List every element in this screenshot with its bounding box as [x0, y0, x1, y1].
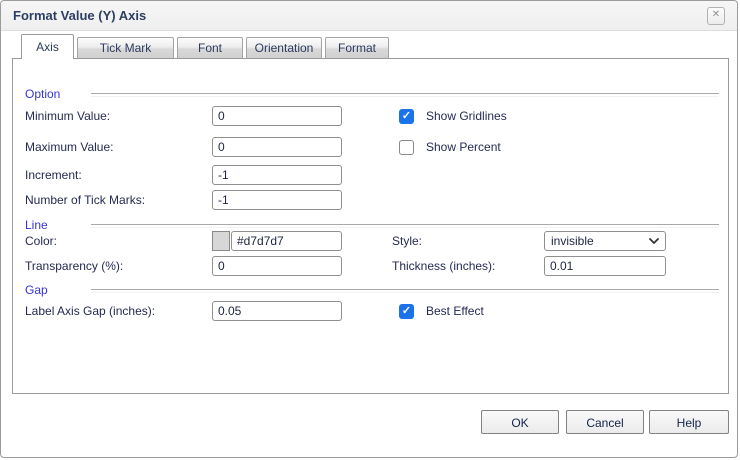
- tab-format[interactable]: Format: [325, 37, 389, 58]
- increment-input[interactable]: [212, 165, 342, 185]
- number-of-tick-marks-label: Number of Tick Marks:: [25, 193, 146, 207]
- tab-axis-label: Axis: [36, 40, 59, 54]
- thickness-input[interactable]: [544, 256, 666, 276]
- tab-bar: Axis Tick Mark Font Orientation Format: [21, 34, 389, 59]
- show-gridlines-label[interactable]: Show Gridlines: [426, 109, 507, 124]
- tab-tick-mark[interactable]: Tick Mark: [77, 37, 174, 58]
- color-swatch[interactable]: [212, 231, 230, 251]
- maximum-value-label: Maximum Value:: [25, 140, 114, 154]
- tab-orientation[interactable]: Orientation: [246, 37, 322, 58]
- style-select-value: invisible: [551, 234, 594, 248]
- style-label: Style:: [392, 234, 423, 248]
- tab-orientation-label: Orientation: [254, 41, 314, 55]
- ok-button[interactable]: OK: [481, 410, 559, 434]
- best-effect-checkbox[interactable]: [399, 304, 414, 319]
- transparency-input[interactable]: [212, 256, 342, 276]
- label-axis-gap-input[interactable]: [212, 301, 342, 321]
- color-input[interactable]: [231, 231, 342, 251]
- cancel-button[interactable]: Cancel: [566, 410, 644, 434]
- style-select[interactable]: invisible: [544, 231, 666, 251]
- tab-font-label: Font: [197, 41, 222, 55]
- content-panel: Option Minimum Value: Show Gridlines Max…: [12, 58, 729, 394]
- section-rule-line: [91, 224, 719, 228]
- tab-tick-mark-label: Tick Mark: [99, 41, 152, 55]
- transparency-label: Transparency (%):: [25, 259, 124, 273]
- number-of-tick-marks-input[interactable]: [212, 190, 342, 210]
- best-effect-label[interactable]: Best Effect: [426, 304, 484, 319]
- color-label: Color:: [25, 234, 58, 248]
- section-rule-option: [91, 93, 719, 97]
- increment-label: Increment:: [25, 168, 82, 182]
- chevron-down-icon: [649, 238, 659, 244]
- thickness-label: Thickness (inches):: [392, 259, 496, 273]
- minimum-value-input[interactable]: [212, 106, 342, 126]
- section-heading-line: Line: [25, 218, 48, 232]
- maximum-value-input[interactable]: [212, 137, 342, 157]
- show-percent-checkbox[interactable]: [399, 140, 414, 155]
- help-button[interactable]: Help: [649, 410, 729, 434]
- minimum-value-label: Minimum Value:: [25, 109, 111, 123]
- section-heading-option: Option: [25, 87, 61, 101]
- section-rule-gap: [91, 289, 719, 293]
- section-heading-gap: Gap: [25, 283, 48, 297]
- show-percent-label[interactable]: Show Percent: [426, 140, 501, 155]
- tab-axis[interactable]: Axis: [21, 34, 74, 59]
- show-gridlines-checkbox[interactable]: [399, 109, 414, 124]
- page-title: Format Value (Y) Axis: [13, 8, 147, 23]
- format-value-y-axis-dialog: Format Value (Y) Axis ✕ Axis Tick Mark F…: [0, 0, 738, 458]
- tab-format-label: Format: [337, 41, 376, 55]
- close-icon[interactable]: ✕: [707, 6, 725, 25]
- title-bar: Format Value (Y) Axis ✕: [1, 1, 737, 31]
- label-axis-gap-label: Label Axis Gap (inches):: [25, 304, 156, 318]
- tab-font[interactable]: Font: [177, 37, 243, 58]
